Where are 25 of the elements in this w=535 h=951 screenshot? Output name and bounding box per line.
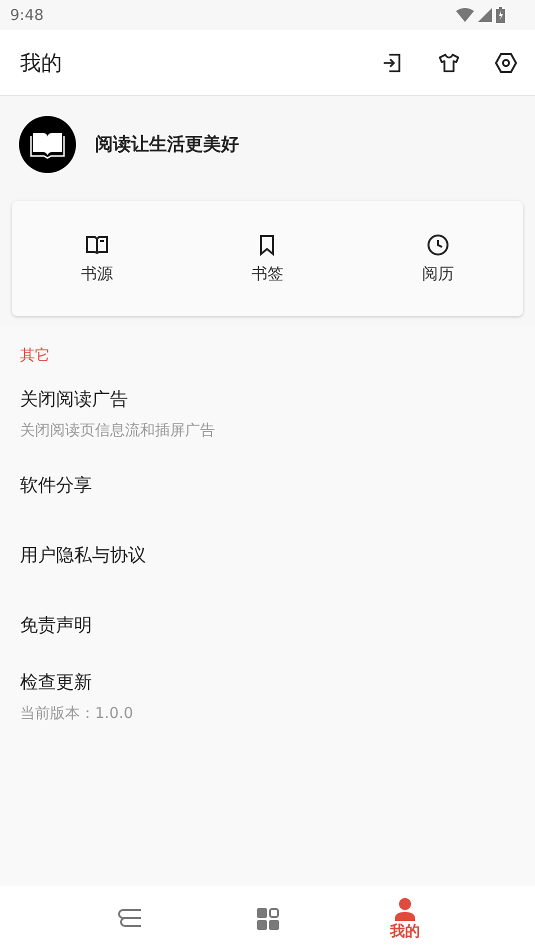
shortcut-button[interactable]: 阅历 xyxy=(352,232,523,284)
settings-icon xyxy=(494,50,518,74)
nav-tab[interactable]: 我的 xyxy=(375,886,435,951)
book-logo-icon xyxy=(19,116,76,172)
menu-item[interactable]: 软件分享 xyxy=(20,473,515,497)
profile-motto: 阅读让生活更美好 xyxy=(95,133,239,156)
wifi-icon xyxy=(456,8,474,22)
person-icon xyxy=(393,896,417,920)
menu-item[interactable]: 关闭阅读广告 xyxy=(20,387,515,411)
menu-item[interactable]: 检查更新 xyxy=(20,670,515,694)
shortcut-button[interactable]: 书源 xyxy=(12,232,182,284)
page-title: 我的 xyxy=(20,50,63,76)
status-time: 9:48 xyxy=(10,6,44,24)
shirt-icon xyxy=(437,52,461,74)
signal-icon xyxy=(478,8,492,22)
menu-item[interactable]: 用户隐私与协议 xyxy=(20,543,515,567)
clock-icon xyxy=(426,232,450,256)
menu-item-subtitle: 当前版本：1.0.0 xyxy=(20,704,134,723)
battery-icon xyxy=(496,7,505,23)
grid-icon xyxy=(256,906,280,930)
login-icon xyxy=(381,52,403,74)
shortcut-button[interactable]: 书签 xyxy=(182,232,353,284)
menu-item[interactable]: 免责声明 xyxy=(20,613,515,637)
menu-item-subtitle: 关闭阅读页信息流和插屏广告 xyxy=(20,421,216,440)
section-title: 其它 xyxy=(19,346,51,365)
